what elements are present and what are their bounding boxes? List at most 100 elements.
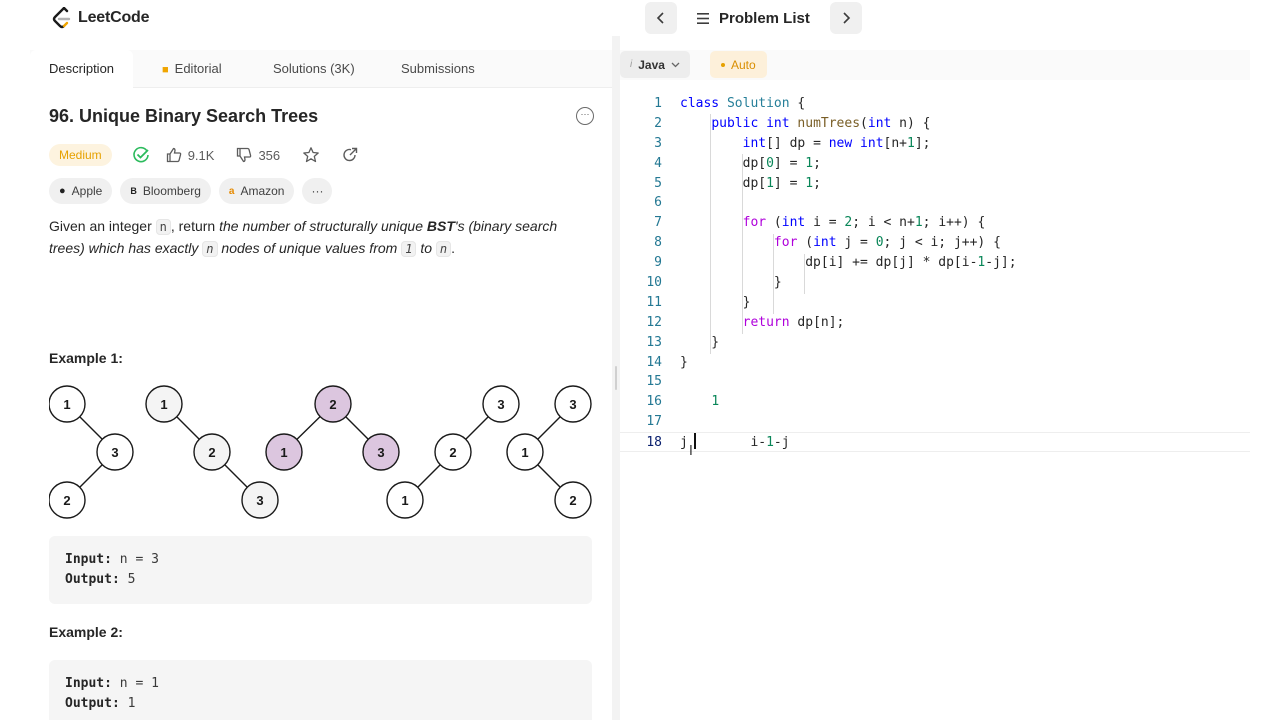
code-line: 7 for (int i = 2; i < n+1; i++) { [620, 213, 1250, 233]
tab-editorial-label: Editorial [174, 61, 222, 76]
like-count: 9.1K [187, 147, 215, 163]
desc-text: Given an integer [49, 218, 156, 234]
code-line: 14} [620, 353, 1250, 373]
example-2-block: Input: n = 1 Output: 1 [49, 660, 592, 720]
line-number: 7 [654, 215, 662, 231]
desc-text: , return [170, 218, 220, 234]
apple-icon: ● [59, 185, 66, 197]
example-output: 1 [119, 696, 136, 711]
tree-node-label: 2 [449, 445, 456, 460]
example-2-title: Example 2: [49, 624, 123, 640]
auto-mode-button[interactable]: Auto [710, 51, 767, 78]
company-tags: ● Apple B Bloomberg a Amazon ··· [49, 178, 333, 204]
line-number: 18 [646, 435, 662, 451]
tree-node-label: 2 [208, 445, 215, 460]
top-navigation-bar: LeetCode Problem List [30, 0, 1250, 36]
tab-description[interactable]: Description [30, 50, 134, 88]
tab-editorial[interactable]: ■ Editorial [162, 50, 222, 88]
tree-node-label: 1 [63, 397, 70, 412]
tree-node-label: 3 [569, 397, 576, 412]
line-number: 10 [646, 275, 662, 291]
tab-solutions[interactable]: Solutions (3K) [273, 50, 355, 88]
code-line-current: 18 j i-1-j [620, 432, 1250, 453]
solved-check-icon [132, 146, 149, 163]
input-label: Input: [65, 676, 112, 691]
example-input: n = 3 [111, 552, 159, 567]
next-problem-button[interactable] [829, 2, 862, 34]
auto-label: Auto [731, 57, 756, 72]
text-cursor [694, 433, 696, 449]
problem-meta: Medium 9.1K 356 [49, 142, 358, 168]
dislike-button[interactable]: 356 [236, 147, 280, 163]
code-line: 12 return dp[n]; [620, 313, 1250, 333]
line-number: 11 [646, 294, 662, 310]
mouse-ibeam-icon: I [689, 444, 693, 459]
panel-resize-handle[interactable] [612, 36, 620, 720]
code-editor-panel: i Java Auto 1 class Solution { 2 public i… [620, 36, 1250, 720]
tab-submissions[interactable]: Submissions [401, 50, 475, 88]
more-options-icon[interactable]: ··· [576, 107, 594, 125]
chevron-down-icon [671, 62, 680, 67]
line-number: 3 [654, 135, 662, 151]
problem-tabs: Description ■ Editorial Solutions (3K) Su… [30, 50, 612, 88]
code-line: 3 int[] dp = new int[n+1]; [620, 134, 1250, 154]
star-icon[interactable] [302, 146, 320, 164]
leetcode-logo[interactable]: LeetCode [52, 5, 150, 31]
code-line: 10 } [620, 273, 1250, 293]
line-number: 14 [646, 354, 662, 370]
code-area[interactable]: 1 class Solution { 2 public int numTrees(… [620, 94, 1250, 453]
title-row: 96. Unique Binary Search Trees ··· [49, 106, 594, 130]
line-number: 2 [654, 115, 662, 131]
language-select[interactable]: i Java [620, 51, 690, 78]
leetcode-logo-icon [52, 7, 71, 29]
thumbs-up-icon [166, 147, 181, 163]
code-line: 11 } [620, 293, 1250, 313]
dislike-count: 356 [258, 147, 281, 163]
line-number: 8 [654, 235, 662, 251]
example-1-block: Input: n = 3 Output: 5 [49, 536, 592, 604]
chevron-left-icon [656, 12, 664, 24]
company-name: Bloomberg [142, 184, 201, 198]
amazon-icon: a [228, 185, 235, 197]
tree-node-label: 3 [111, 445, 118, 460]
code-line: 1 class Solution { [620, 94, 1250, 114]
screen-border-right [1250, 0, 1280, 720]
language-label: Java [638, 57, 665, 72]
line-number: 1 [654, 96, 662, 111]
line-number: 17 [646, 414, 662, 430]
example-1-title: Example 1: [49, 350, 123, 366]
problem-list-label: Problem List [719, 9, 810, 27]
example-input: n = 1 [111, 676, 159, 691]
share-icon[interactable] [342, 147, 358, 163]
problem-title[interactable]: 96. Unique Binary Search Trees [49, 106, 318, 126]
more-companies-button[interactable]: ··· [302, 178, 333, 204]
previous-problem-button[interactable] [645, 2, 677, 34]
tree-node-label: 1 [280, 445, 287, 460]
input-label: Input: [65, 552, 112, 567]
problem-description: Given an integer n, return the number of… [49, 216, 594, 260]
inline-code: 1 [401, 241, 417, 257]
code-line: 17 [620, 412, 1250, 432]
tree-node-label: 3 [377, 445, 384, 460]
chevron-right-icon [843, 12, 850, 24]
problem-list-button[interactable]: Problem List [685, 2, 822, 34]
code-line: 16 1 [620, 392, 1250, 412]
desc-text: nodes of unique values from [217, 240, 402, 256]
difficulty-badge: Medium [49, 144, 112, 166]
inline-code: n [155, 219, 171, 235]
company-tag-amazon[interactable]: a Amazon [218, 178, 295, 204]
bloomberg-icon: B [130, 186, 137, 196]
company-name: Amazon [240, 184, 285, 198]
resize-grip[interactable] [615, 366, 617, 390]
like-button[interactable]: 9.1K [166, 147, 215, 163]
line-number: 16 [646, 394, 662, 410]
tree-node-label: 3 [497, 397, 504, 412]
line-number: 6 [654, 195, 662, 211]
tree-node-label: 1 [401, 493, 408, 508]
code-line: 6 [620, 193, 1250, 213]
company-tag-apple[interactable]: ● Apple [49, 178, 113, 204]
desc-bold: BST [426, 218, 455, 234]
company-tag-bloomberg[interactable]: B Bloomberg [120, 178, 211, 204]
line-number: 5 [654, 175, 662, 191]
tree-node-label: 1 [160, 397, 167, 412]
